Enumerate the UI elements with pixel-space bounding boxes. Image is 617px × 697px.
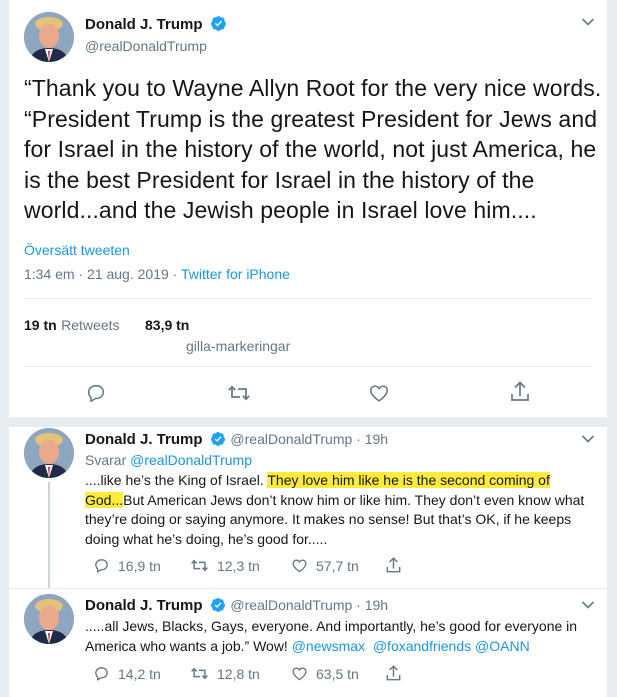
author-name[interactable]: Donald J. Trump	[85, 597, 203, 614]
reply-header: Donald J. Trump @realDonaldTrump · 19h	[85, 597, 388, 618]
divider	[24, 298, 592, 299]
timestamp[interactable]: 1:34 em · 21 aug. 2019 ·	[24, 266, 177, 282]
reply-count: 16,9 tn	[118, 557, 161, 574]
author-name[interactable]: Donald J. Trump	[85, 16, 203, 33]
retweet-icon[interactable]	[227, 382, 251, 409]
likes-count: 83,9 tn	[145, 317, 190, 333]
replying-handle[interactable]: @realDonaldTrump	[130, 452, 252, 468]
retweets-count: 19 tn	[24, 317, 57, 333]
like-icon	[292, 559, 307, 573]
verified-badge-icon	[210, 15, 227, 37]
verified-badge-icon	[210, 431, 226, 452]
reply-icon	[95, 667, 108, 681]
like-count: 63,5 tn	[316, 665, 359, 682]
share-icon[interactable]	[509, 380, 531, 409]
retweet-icon	[191, 559, 208, 572]
reply-header: Donald J. Trump @realDonaldTrump · 19h	[85, 431, 388, 452]
avatar[interactable]	[24, 428, 74, 478]
reply-icon	[95, 559, 108, 573]
like-icon[interactable]	[368, 382, 390, 409]
translate-tweet-link[interactable]: Översätt tweeten	[24, 242, 130, 258]
like-icon	[292, 667, 307, 681]
mention-link[interactable]: @newsmax	[292, 638, 365, 654]
author-name[interactable]: Donald J. Trump	[85, 431, 203, 448]
chevron-down-icon[interactable]	[581, 433, 595, 447]
like-count: 57,7 tn	[316, 557, 359, 574]
chevron-down-icon[interactable]	[581, 16, 595, 30]
chevron-down-icon[interactable]	[581, 599, 595, 613]
retweet-button[interactable]: 12,3 tn	[190, 557, 260, 574]
avatar[interactable]	[24, 594, 74, 644]
avatar-image	[24, 594, 74, 644]
likes-stat[interactable]: 83,9 tn gilla-markeringar	[145, 317, 290, 354]
share-icon[interactable]	[385, 556, 402, 580]
thread-connector	[48, 482, 50, 588]
tweet-source[interactable]: Twitter for iPhone	[181, 266, 290, 282]
divider	[9, 588, 607, 589]
retweet-icon	[191, 667, 208, 680]
reply-text: .....all Jews, Blacks, Gays, everyone. A…	[85, 617, 600, 656]
reply-text-before: ....like he’s the King of Israel.	[85, 472, 268, 488]
reply-text-after: But American Jews don’t know him or like…	[85, 491, 585, 547]
retweet-count: 12,8 tn	[217, 665, 260, 682]
avatar[interactable]	[24, 12, 74, 62]
share-icon[interactable]	[385, 664, 402, 688]
like-button[interactable]: 63,5 tn	[291, 665, 359, 682]
author-handle[interactable]: @realDonaldTrump · 19h	[230, 431, 388, 447]
avatar-image	[24, 12, 74, 62]
author-handle[interactable]: @realDonaldTrump · 19h	[230, 597, 388, 613]
reply-button[interactable]: 16,9 tn	[93, 557, 161, 574]
divider	[24, 366, 592, 367]
like-button[interactable]: 57,7 tn	[291, 557, 359, 574]
reply-button[interactable]: 14,2 tn	[93, 665, 161, 682]
replying-to: Svarar @realDonaldTrump	[85, 452, 252, 468]
retweets-stat[interactable]: 19 tn Retweets	[24, 317, 120, 335]
reply-text: ....like he’s the King of Israel. They l…	[85, 471, 600, 549]
retweets-label: Retweets	[61, 317, 120, 333]
retweet-count: 12,3 tn	[217, 557, 260, 574]
replying-label: Svarar	[85, 452, 127, 468]
tweet-thread: Donald J. Trump @realDonaldTrump “Thank …	[8, 0, 608, 697]
author-row: Donald J. Trump	[85, 15, 227, 37]
reply-count: 14,2 tn	[118, 665, 161, 682]
mention-link[interactable]: @foxandfriends	[373, 638, 471, 654]
tweet-text: “Thank you to Wayne Allyn Root for the v…	[24, 75, 602, 223]
avatar-image	[24, 428, 74, 478]
author-handle[interactable]: @realDonaldTrump	[85, 38, 207, 54]
divider	[9, 417, 607, 427]
likes-label: gilla-markeringar	[186, 338, 291, 354]
mention-link[interactable]: @OANN	[475, 638, 530, 654]
verified-badge-icon	[210, 597, 226, 618]
retweet-button[interactable]: 12,8 tn	[190, 665, 260, 682]
tweet-meta: 1:34 em · 21 aug. 2019 · Twitter for iPh…	[24, 266, 290, 282]
reply-icon[interactable]	[85, 382, 107, 409]
